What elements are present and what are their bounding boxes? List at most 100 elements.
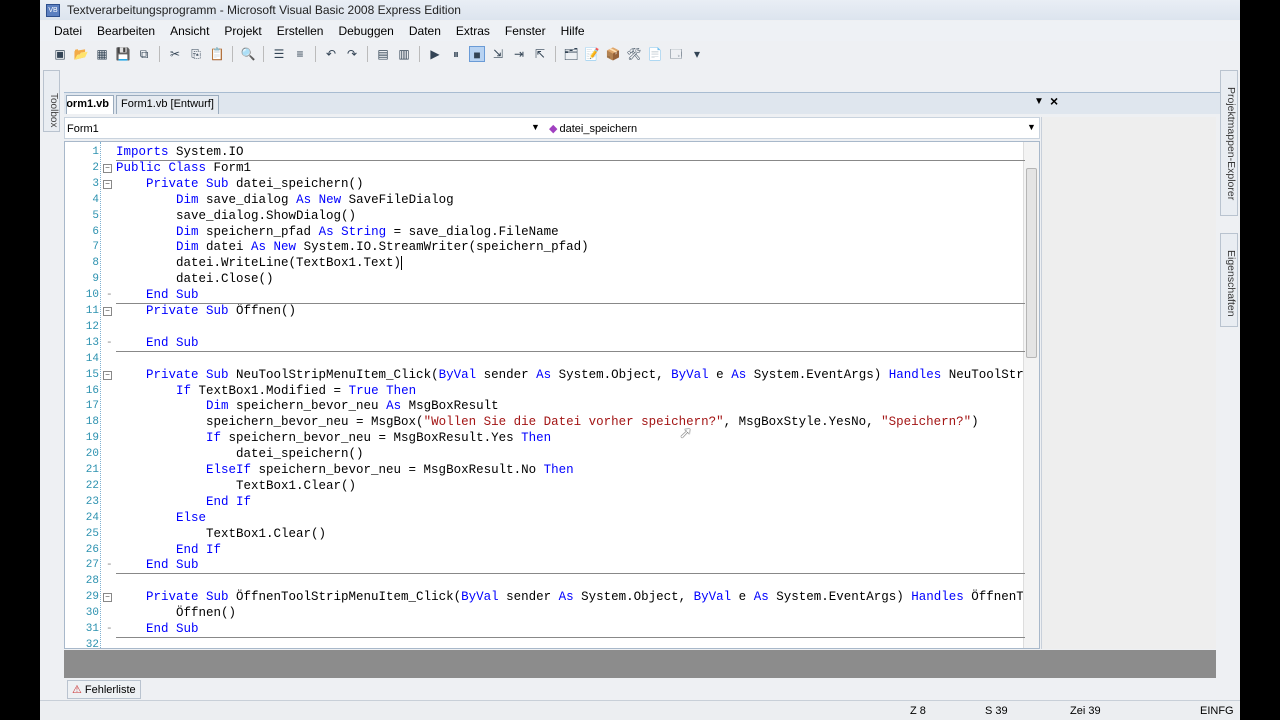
properties-side-tab[interactable]: Eigenschaften xyxy=(1220,233,1238,327)
redo-icon[interactable]: ↷ xyxy=(344,46,360,62)
navigate-forward-icon[interactable]: ▥ xyxy=(396,46,412,62)
code-line[interactable]: 1 Imports System.IO xyxy=(65,144,1025,160)
toolbox-icon[interactable]: 🛠 xyxy=(626,46,642,62)
code-line[interactable]: 27- End Sub xyxy=(65,557,1025,573)
code-line[interactable]: 4 Dim save_dialog As New SaveFileDialog xyxy=(65,192,1025,208)
code-line[interactable]: 16 If TextBox1.Modified = True Then xyxy=(65,383,1025,399)
code-line[interactable]: 13- End Sub xyxy=(65,335,1025,351)
tab-list-dropdown-icon[interactable]: ▼ xyxy=(1034,96,1044,107)
comment-icon[interactable]: ☰ xyxy=(271,46,287,62)
code-line[interactable]: 22 TextBox1.Clear() xyxy=(65,478,1025,494)
vertical-scrollbar[interactable] xyxy=(1023,142,1039,648)
find-icon[interactable]: 🔍 xyxy=(240,46,256,62)
add-item-icon[interactable]: ▦ xyxy=(94,46,110,62)
code-line[interactable]: 3− Private Sub datei_speichern() xyxy=(65,176,1025,192)
code-line[interactable]: 10- End Sub xyxy=(65,287,1025,303)
line-number: 12 xyxy=(85,320,99,333)
toolbox-side-tab[interactable]: Toolbox xyxy=(43,70,60,132)
code-line[interactable]: 26 End If xyxy=(65,542,1025,558)
menu-extras[interactable]: Extras xyxy=(456,24,490,38)
code-line[interactable]: 25 TextBox1.Clear() xyxy=(65,526,1025,542)
start-page-icon[interactable]: 🗔 xyxy=(668,46,684,62)
solution-explorer-icon[interactable]: 🗂 xyxy=(563,46,579,62)
code-line[interactable]: 32 xyxy=(65,637,1025,648)
menu-hilfe[interactable]: Hilfe xyxy=(561,24,585,38)
code-line[interactable]: 21 ElseIf speichern_bevor_neu = MsgBoxRe… xyxy=(65,462,1025,478)
copy-icon[interactable]: ⎘ xyxy=(188,46,204,62)
menu-projekt[interactable]: Projekt xyxy=(224,24,261,38)
menu-datei[interactable]: Datei xyxy=(54,24,82,38)
step-out-icon[interactable]: ⇱ xyxy=(532,46,548,62)
tab-form1-design[interactable]: Form1.vb [Entwurf] xyxy=(116,95,219,114)
code-line[interactable]: 28 xyxy=(65,573,1025,589)
step-into-icon[interactable]: ⇲ xyxy=(490,46,506,62)
menu-ansicht[interactable]: Ansicht xyxy=(170,24,209,38)
new-project-icon[interactable]: ▣ xyxy=(52,46,68,62)
navigate-icon[interactable]: ▤ xyxy=(375,46,391,62)
line-number: 13 xyxy=(85,336,99,349)
save-icon[interactable]: 💾 xyxy=(115,46,131,62)
code-line[interactable]: 29− Private Sub ÖffnenToolStripMenuItem_… xyxy=(65,589,1039,605)
cut-icon[interactable]: ✂ xyxy=(167,46,183,62)
object-browser-icon[interactable]: 📦 xyxy=(605,46,621,62)
collapse-icon[interactable]: − xyxy=(103,307,112,316)
menu-daten[interactable]: Daten xyxy=(409,24,441,38)
code-line[interactable]: 20 datei_speichern() xyxy=(65,446,1025,462)
code-line[interactable]: 24 Else xyxy=(65,510,1025,526)
code-line[interactable]: 14 xyxy=(65,351,1025,367)
chevron-down-icon[interactable]: ▼ xyxy=(531,122,540,132)
code-line[interactable]: 6 Dim speichern_pfad As String = save_di… xyxy=(65,224,1025,240)
code-editor[interactable]: 1 Imports System.IO 2− Public Class Form1 3−… xyxy=(64,141,1040,649)
save-all-icon[interactable]: ⧉ xyxy=(136,46,152,62)
class-combo[interactable]: Form1 xyxy=(67,120,537,137)
code-line[interactable]: 7 Dim datei As New System.IO.StreamWrite… xyxy=(65,239,1025,255)
close-document-icon[interactable]: × xyxy=(1050,93,1058,109)
menu-bearbeiten[interactable]: Bearbeiten xyxy=(97,24,155,38)
menu-fenster[interactable]: Fenster xyxy=(505,24,546,38)
code-line[interactable]: 8 datei.WriteLine(TextBox1.Text) xyxy=(65,255,1025,271)
code-text: save_dialog.ShowDialog() xyxy=(116,208,356,224)
start-debug-icon[interactable]: ▶ xyxy=(427,46,443,62)
procedure-separator xyxy=(116,159,1025,161)
code-line[interactable]: 12 xyxy=(65,319,1025,335)
code-token: e xyxy=(731,590,754,605)
code-line[interactable]: 30 Öffnen() xyxy=(65,605,1025,621)
code-line[interactable]: 18 speichern_bevor_neu = MsgBox("Wollen … xyxy=(65,414,1025,430)
step-over-icon[interactable]: ⇥ xyxy=(511,46,527,62)
toolbar-options-icon[interactable]: ▾ xyxy=(689,46,705,62)
error-list-tab[interactable]: ⚠ Fehlerliste xyxy=(67,680,141,699)
code-line[interactable]: 9 datei.Close() xyxy=(65,271,1025,287)
collapse-icon[interactable]: − xyxy=(103,370,112,380)
code-line[interactable]: 5 save_dialog.ShowDialog() xyxy=(65,208,1025,224)
error-list-icon[interactable]: 📄 xyxy=(647,46,663,62)
uncomment-icon[interactable]: ≡ xyxy=(292,46,308,62)
code-token: sender xyxy=(498,590,559,605)
solution-explorer-side-tab[interactable]: Projektmappen-Explorer xyxy=(1220,70,1238,216)
collapse-icon[interactable]: − xyxy=(103,163,112,173)
menu-debuggen[interactable]: Debuggen xyxy=(338,24,393,38)
code-token: System.Object, xyxy=(573,590,694,605)
window-title: Textverarbeitungsprogramm - Microsoft Vi… xyxy=(67,3,461,17)
open-folder-icon[interactable]: 📂 xyxy=(73,46,89,62)
stop-icon[interactable]: ■ xyxy=(469,46,485,62)
code-line[interactable]: 17 Dim speichern_bevor_neu As MsgBoxResu… xyxy=(65,398,1025,414)
status-column: S 39 xyxy=(985,705,1008,717)
properties-icon[interactable]: 📝 xyxy=(584,46,600,62)
collapse-icon[interactable]: − xyxy=(103,179,112,189)
code-line[interactable]: 19 If speichern_bevor_neu = MsgBoxResult… xyxy=(65,430,1025,446)
code-line[interactable]: 11− Private Sub Öffnen() xyxy=(65,303,1025,319)
collapse-icon[interactable]: − xyxy=(103,593,112,603)
undo-icon[interactable]: ↶ xyxy=(323,46,339,62)
method-combo[interactable]: ◆ datei_speichern xyxy=(549,120,1029,137)
pause-icon[interactable]: ⏸ xyxy=(448,46,464,62)
code-line[interactable]: 2− Public Class Form1 xyxy=(65,160,1025,176)
code-line[interactable]: 31- End Sub xyxy=(65,621,1025,637)
paste-icon[interactable]: 📋 xyxy=(209,46,225,62)
code-line[interactable]: 15− Private Sub NeuToolStripMenuItem_Cli… xyxy=(65,367,1039,383)
scrollbar-thumb[interactable] xyxy=(1026,168,1037,358)
tab-form1-vb[interactable]: Form1.vb xyxy=(66,95,114,114)
line-number: 24 xyxy=(85,511,99,524)
code-line[interactable]: 23 End If xyxy=(65,494,1025,510)
chevron-down-icon[interactable]: ▼ xyxy=(1027,122,1036,132)
menu-erstellen[interactable]: Erstellen xyxy=(277,24,324,38)
